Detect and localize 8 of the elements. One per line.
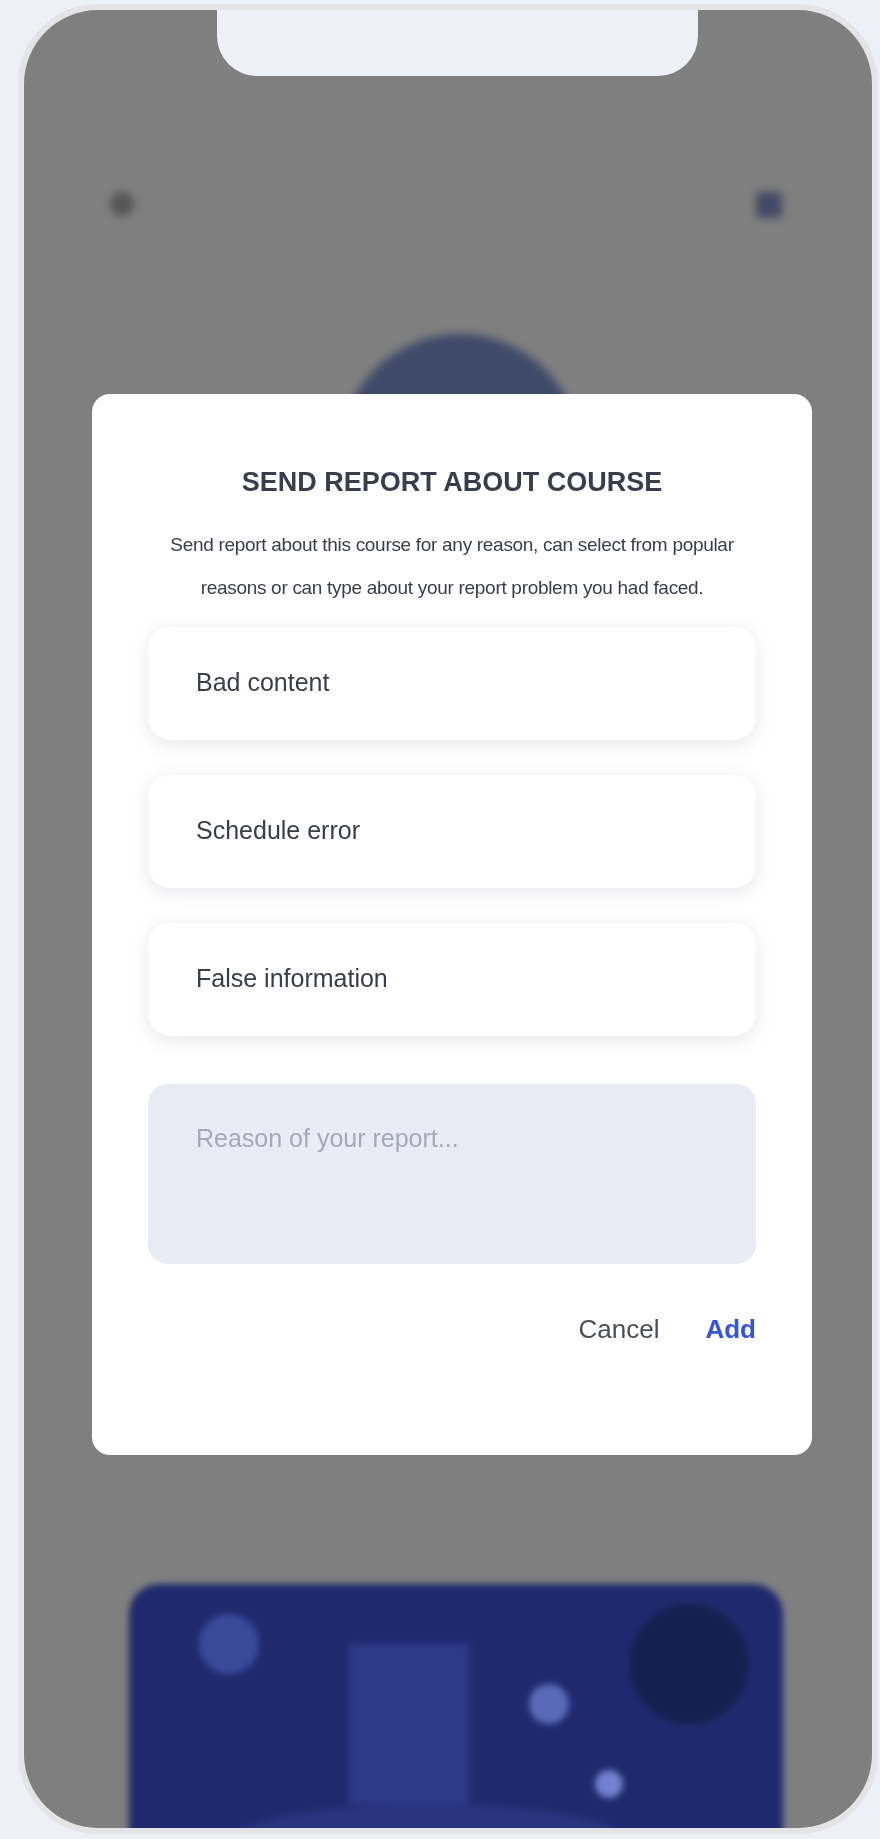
- reason-option[interactable]: Schedule error: [148, 774, 756, 888]
- cancel-button[interactable]: Cancel: [578, 1309, 660, 1349]
- reason-field[interactable]: Reason of your report...: [148, 1083, 756, 1264]
- dialog-description: Send report about this course for any reason, can select from popular reasons or can type about your report problem you had faced.: [169, 532, 735, 600]
- add-button[interactable]: Add: [705, 1309, 756, 1349]
- reason-option[interactable]: Bad content: [148, 626, 756, 740]
- reason-option[interactable]: False information: [148, 922, 756, 1036]
- dialog-title: SEND REPORT ABOUT COURSE: [240, 466, 664, 499]
